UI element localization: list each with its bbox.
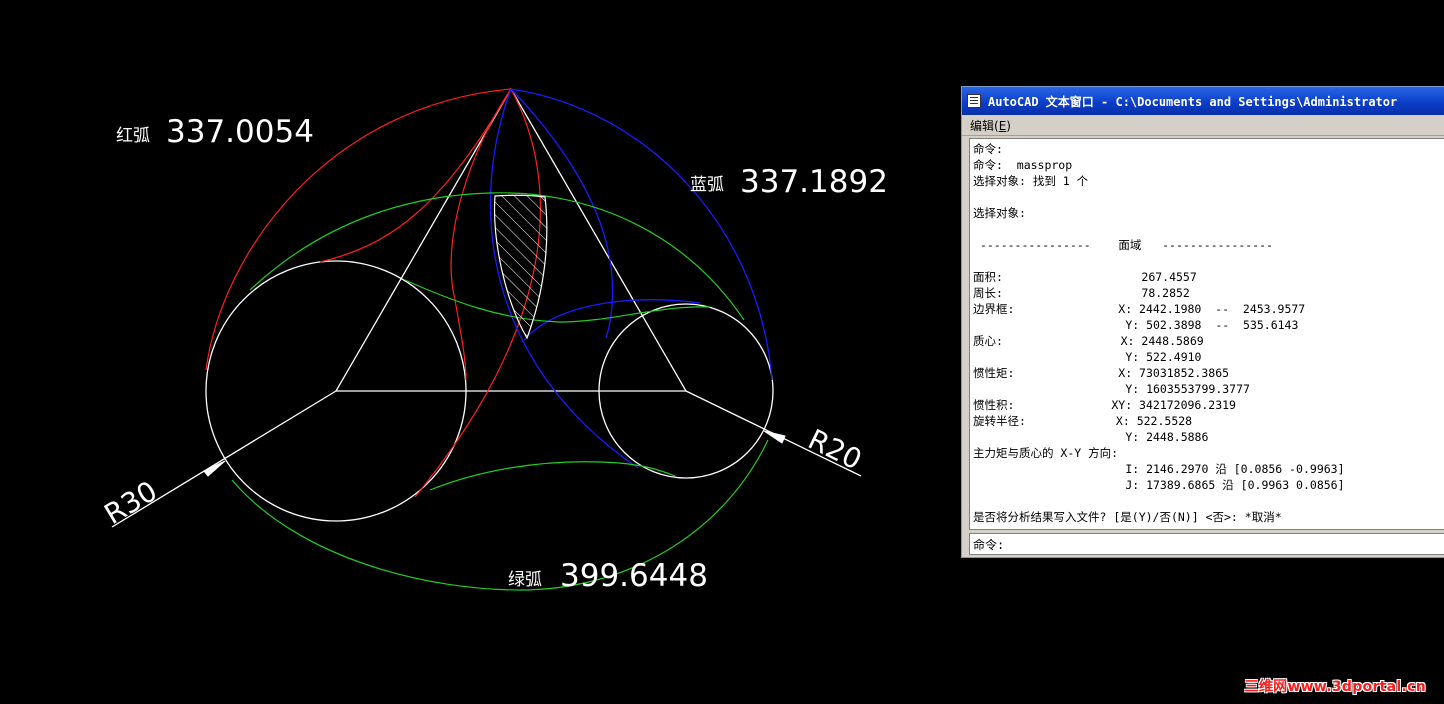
green-arc-value: 399.6448 xyxy=(560,558,708,594)
history-line: I: 2146.2970 沿 [0.0856 -0.9963] xyxy=(973,462,1345,476)
history-line: Y: 2448.5886 xyxy=(973,430,1209,444)
app-icon[interactable] xyxy=(967,94,981,108)
history-line: 命令: xyxy=(973,142,1003,156)
red-arc-top-left xyxy=(319,88,512,263)
history-line: 选择对象: xyxy=(973,206,1026,220)
blue-arc-name: 蓝弧 xyxy=(690,175,724,195)
history-line xyxy=(973,221,1444,237)
green-arc-name: 绿弧 xyxy=(508,570,542,590)
red-arc-value: 337.0054 xyxy=(166,114,314,150)
history-line xyxy=(973,493,1444,509)
history-line: 惯性积: XY: 342172096.2319 xyxy=(973,398,1236,412)
history-line: Y: 502.3898 -- 535.6143 xyxy=(973,318,1299,332)
history-line: ---------------- 面域 ---------------- xyxy=(973,238,1273,252)
history-line: 旋转半径: X: 522.5528 xyxy=(973,414,1193,428)
green-arc-middle xyxy=(404,279,711,323)
blue-arc-outer xyxy=(510,88,773,381)
history-line: Y: 522.4910 xyxy=(973,350,1202,364)
text-window-titlebar[interactable]: AutoCAD 文本窗口 - C:\Documents and Settings… xyxy=(962,87,1444,115)
history-line: Y: 1603553799.3777 xyxy=(973,382,1250,396)
text-window-title: AutoCAD 文本窗口 - C:\Documents and Settings… xyxy=(988,94,1398,109)
blue-arc-value: 337.1892 xyxy=(740,164,888,200)
history-line xyxy=(973,253,1444,269)
menu-edit[interactable]: 编辑(E) xyxy=(970,117,1011,134)
menu-bar: 编辑(E) xyxy=(962,115,1444,136)
green-arc-bottom xyxy=(429,461,676,491)
history-line: 周长: 78.2852 xyxy=(973,286,1190,300)
history-line: 边界框: X: 2442.1980 -- 2453.9577 xyxy=(973,302,1306,316)
history-line: 质心: X: 2448.5869 xyxy=(973,334,1204,348)
autocad-text-window[interactable]: AutoCAD 文本窗口 - C:\Documents and Settings… xyxy=(961,86,1444,558)
history-line: J: 17389.6865 沿 [0.9963 0.0856] xyxy=(973,478,1345,492)
history-line: 主力矩与质心的 X-Y 方向: xyxy=(973,446,1119,460)
history-line: 惯性矩: X: 73031852.3865 xyxy=(973,366,1230,380)
radius-r20-label: R20 xyxy=(803,423,867,477)
history-line: 面积: 267.4557 xyxy=(973,270,1197,284)
command-line-input[interactable]: 命令: xyxy=(969,533,1444,555)
red-arc-name: 红弧 xyxy=(116,126,150,146)
watermark: 三维网www.3dportal.cn xyxy=(1244,679,1426,695)
history-line: 是否将分析结果写入文件? [是(Y)/否(N)] <否>: *取消* xyxy=(973,510,1282,524)
radius-r30-label: R30 xyxy=(99,474,163,531)
hatched-region xyxy=(493,194,548,340)
history-line: 选择对象: 找到 1 个 xyxy=(973,174,1089,188)
command-history[interactable]: 命令: 命令: massprop 选择对象: 找到 1 个选择对象: -------… xyxy=(969,138,1444,530)
history-line xyxy=(973,189,1444,205)
history-line: 命令: massprop xyxy=(973,158,1073,172)
